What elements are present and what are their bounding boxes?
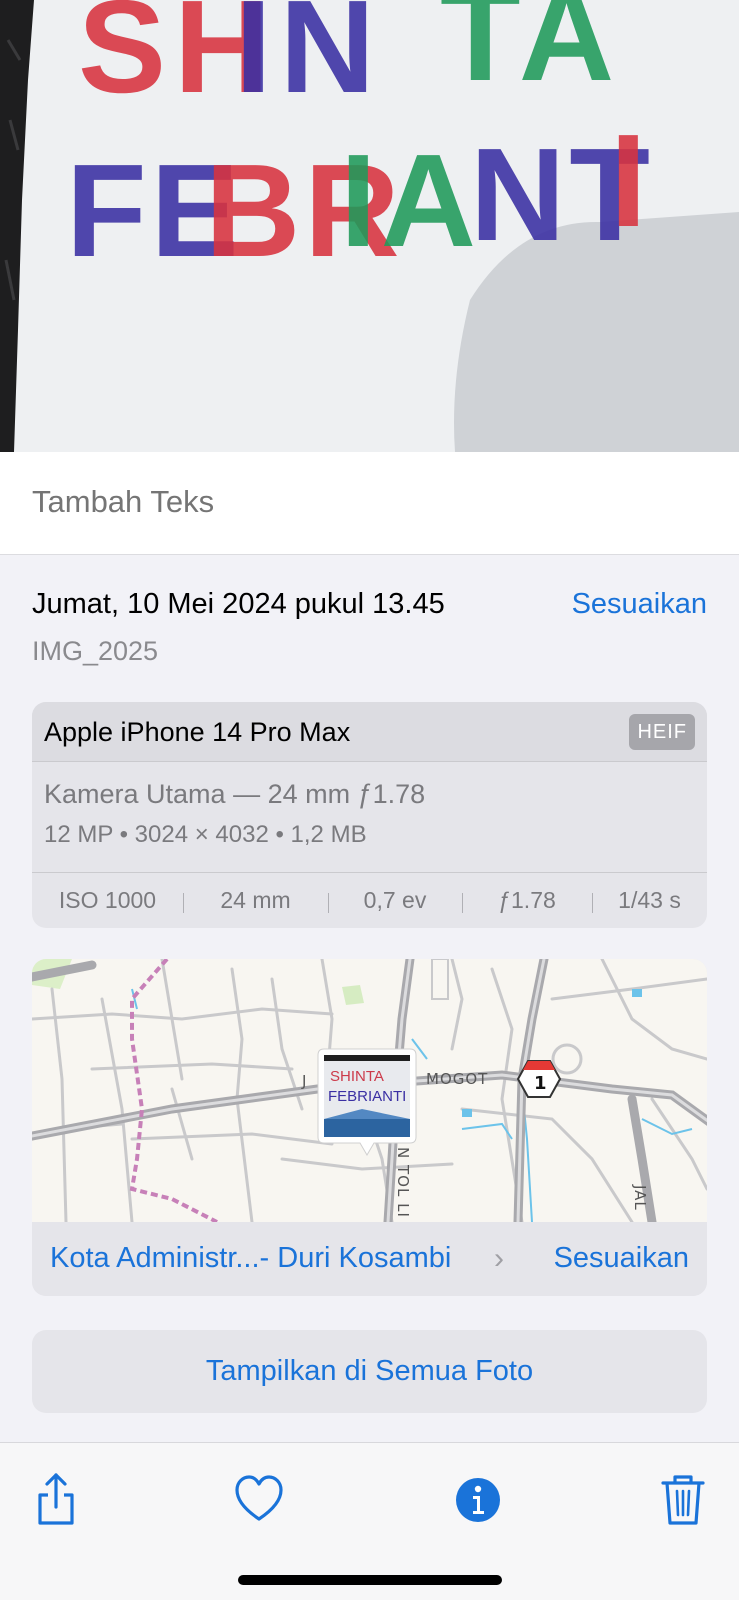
- favorite-button[interactable]: [229, 1469, 289, 1529]
- camera-info-card: Apple iPhone 14 Pro Max HEIF Kamera Utam…: [32, 702, 707, 928]
- exif-iso: ISO 1000: [58, 887, 157, 913]
- location-footer: Kota Administr...- Duri Kosambi › Sesuai…: [32, 1222, 707, 1296]
- home-indicator: [238, 1575, 502, 1585]
- route-shield-icon: 1: [516, 1060, 562, 1098]
- thumb-text-line1: SHINTA: [330, 1068, 384, 1085]
- date-row: Jumat, 10 Mei 2024 pukul 13.45 Sesuaikan: [32, 588, 707, 628]
- location-card: J MOGOT N TOL LI JAL 1 SHINTA FEBRIANTI: [32, 959, 707, 1296]
- svg-text:IN: IN: [235, 0, 383, 120]
- adjust-date-button[interactable]: Sesuaikan: [572, 588, 707, 621]
- adjust-location-button[interactable]: Sesuaikan: [554, 1242, 689, 1275]
- show-in-all-photos-button[interactable]: Tampilkan di Semua Foto: [32, 1330, 707, 1413]
- photo-location-pin[interactable]: SHINTA FEBRIANTI: [317, 1048, 417, 1156]
- share-button[interactable]: [26, 1469, 86, 1529]
- photo-preview[interactable]: SH IN TA FE BR IA NT I: [0, 0, 739, 452]
- camera-header: Apple iPhone 14 Pro Max HEIF: [32, 702, 707, 762]
- trash-icon: [661, 1475, 705, 1525]
- delete-button[interactable]: [653, 1469, 713, 1529]
- file-name: IMG_2025: [32, 636, 159, 666]
- exif-shutter-speed: 1/43 s: [592, 887, 707, 914]
- caption-area: [0, 452, 739, 555]
- share-icon: [38, 1473, 74, 1525]
- svg-text:I: I: [610, 107, 647, 254]
- thumb-text-line2: FEBRIANTI: [328, 1088, 406, 1105]
- exif-aperture: ƒ1.78: [462, 887, 592, 914]
- exif-focal-length: 24 mm: [183, 887, 328, 914]
- route-shield-number: 1: [534, 1073, 547, 1094]
- info-icon: [456, 1478, 500, 1522]
- format-badge: HEIF: [629, 714, 695, 750]
- info-button[interactable]: [448, 1469, 508, 1529]
- map-road-label-vertical-2: JAL: [631, 1184, 649, 1211]
- heart-icon: [235, 1475, 283, 1521]
- camera-specs: 12 MP • 3024 × 4032 • 1,2 MB: [44, 821, 367, 848]
- exif-exposure-bias: 0,7 ev: [328, 887, 462, 914]
- exif-row: ISO 1000 24 mm 0,7 ev ƒ1.78 1/43 s: [32, 872, 707, 928]
- map-road-label-right: MOGOT: [426, 1070, 488, 1088]
- map-view[interactable]: J MOGOT N TOL LI JAL 1 SHINTA FEBRIANTI: [32, 959, 707, 1222]
- chevron-right-icon: ›: [494, 1242, 504, 1275]
- camera-model: Apple iPhone 14 Pro Max: [44, 717, 351, 747]
- svg-text:IA: IA: [340, 127, 480, 274]
- map-road-label-left: J: [301, 1072, 307, 1090]
- caption-input[interactable]: [32, 484, 431, 520]
- map-road-label-vertical: N TOL LI: [394, 1147, 412, 1218]
- location-name-link[interactable]: Kota Administr...- Duri Kosambi: [50, 1242, 451, 1275]
- camera-lens: Kamera Utama — 24 mm ƒ1.78: [44, 779, 426, 809]
- photo-image: SH IN TA FE BR IA NT I: [0, 0, 739, 452]
- photo-datetime: Jumat, 10 Mei 2024 pukul 13.45: [32, 588, 445, 620]
- svg-text:TA: TA: [440, 0, 622, 108]
